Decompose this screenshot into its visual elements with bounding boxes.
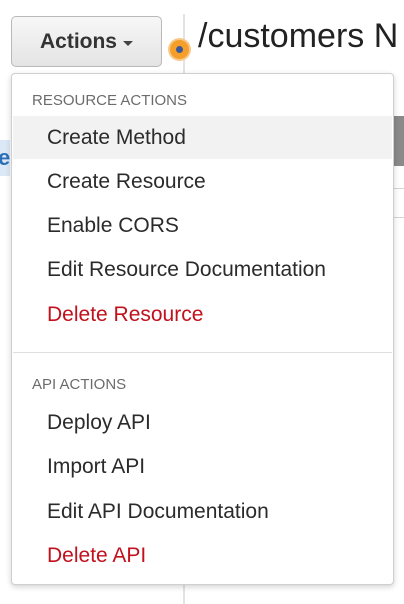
menu-divider [13, 352, 392, 353]
section-title-api-actions: API ACTIONS [32, 376, 127, 393]
menu-item-enable-cors[interactable]: Enable CORS [13, 204, 392, 247]
menu-item-create-method[interactable]: Create Method [13, 116, 392, 159]
actions-dropdown-menu: RESOURCE ACTIONS Create Method Create Re… [11, 73, 394, 585]
actions-button-label: Actions [39, 29, 117, 53]
section-title-resource-actions: RESOURCE ACTIONS [32, 92, 188, 109]
resource-path-title: /customers N [198, 17, 399, 55]
menu-item-edit-resource-documentation[interactable]: Edit Resource Documentation [13, 248, 392, 291]
actions-button[interactable]: Actions [11, 16, 162, 67]
menu-item-delete-resource[interactable]: Delete Resource [13, 293, 392, 336]
caret-down-icon [123, 40, 133, 46]
content-header-bar [394, 116, 404, 166]
menu-item-delete-api[interactable]: Delete API [13, 534, 392, 577]
menu-item-edit-api-documentation[interactable]: Edit API Documentation [13, 490, 392, 533]
content-row [394, 188, 404, 218]
sidebar-clipped-text: e [0, 145, 11, 170]
menu-item-deploy-api[interactable]: Deploy API [13, 401, 392, 444]
resource-indicator-icon [170, 40, 189, 59]
menu-item-import-api[interactable]: Import API [13, 445, 392, 488]
menu-item-create-resource[interactable]: Create Resource [13, 160, 392, 203]
